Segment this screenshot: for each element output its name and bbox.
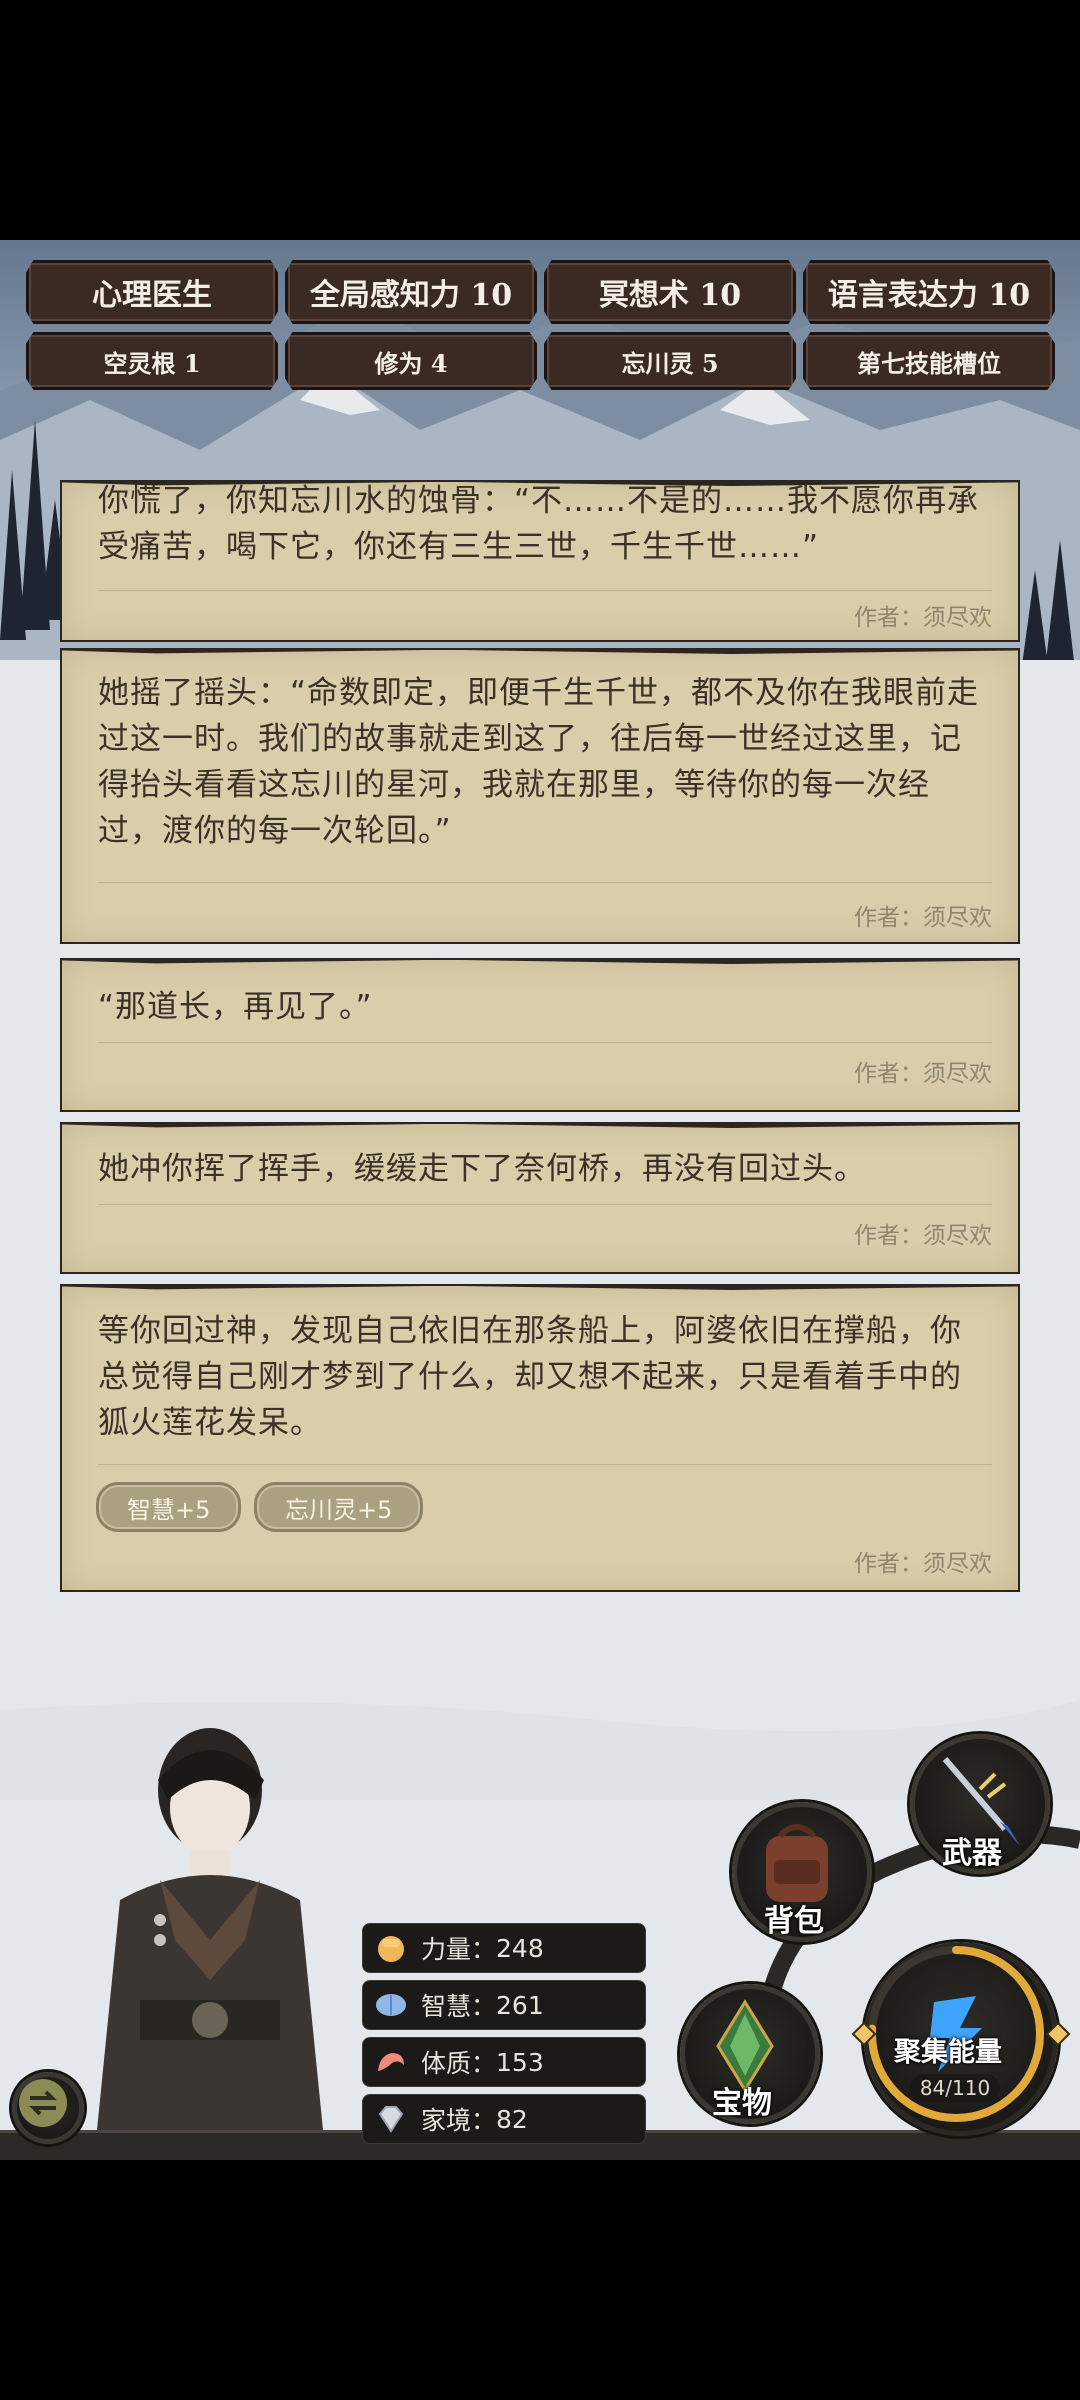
skill-slot[interactable]: 空灵根 1 bbox=[26, 332, 278, 390]
story-text: 等你回过神，发现自己依旧在那条船上，阿婆依旧在撑船，你总觉得自己刚才梦到了什么，… bbox=[98, 1313, 962, 1441]
skill-slot[interactable]: 语言表达力 10 bbox=[803, 260, 1055, 324]
skill-slot[interactable]: 修为 4 bbox=[285, 332, 537, 390]
stat-label: 智慧： bbox=[421, 1992, 497, 2021]
skill-slot[interactable]: 全局感知力 10 bbox=[285, 260, 537, 324]
stat-value: 82 bbox=[496, 2104, 528, 2134]
swap-arrows-icon bbox=[19, 2079, 67, 2127]
story-author: 作者：须尽欢 bbox=[854, 605, 992, 631]
story-card: “那道长，再见了。” 作者：须尽欢 bbox=[60, 958, 1020, 1112]
game-scene: 心理医生 全局感知力 10 冥想术 10 语言表达力 10 空灵根 1 修为 4… bbox=[0, 240, 1080, 2160]
story-author: 作者：须尽欢 bbox=[854, 1223, 992, 1249]
stat-wisdom: 智慧： 261 bbox=[362, 1980, 646, 2030]
divider bbox=[98, 590, 992, 591]
fist-icon bbox=[371, 1928, 411, 1968]
skill-slot-seventh[interactable]: 第七技能槽位 bbox=[803, 332, 1055, 390]
story-text: “那道长，再见了。” bbox=[98, 989, 373, 1025]
stat-label: 家境： bbox=[421, 2106, 497, 2135]
stat-label: 体质： bbox=[421, 2049, 497, 2078]
stat-value: 248 bbox=[496, 1933, 544, 1963]
story-card: 她摇了摇头：“命数即定，即便千生千世，都不及你在我眼前走过这一时。我们的故事就走… bbox=[60, 648, 1020, 944]
divider bbox=[98, 1042, 992, 1043]
stat-strength: 力量： 248 bbox=[362, 1923, 646, 1973]
story-author: 作者：须尽欢 bbox=[854, 905, 992, 931]
skill-slot[interactable]: 心理医生 bbox=[26, 260, 278, 324]
skill-slot[interactable]: 冥想术 10 bbox=[544, 260, 796, 324]
story-log[interactable]: 你慌了，你知忘川水的蚀骨：“不……不是的……我不愿你再承受痛苦，喝下它，你还有三… bbox=[60, 480, 1020, 1840]
stat-value: 261 bbox=[496, 1990, 544, 2020]
divider bbox=[98, 882, 992, 883]
switch-character-button[interactable] bbox=[12, 2072, 84, 2144]
story-text: 你慌了，你知忘川水的蚀骨：“不……不是的……我不愿你再承受痛苦，喝下它，你还有三… bbox=[98, 483, 980, 565]
story-author: 作者：须尽欢 bbox=[854, 1061, 992, 1087]
story-card: 等你回过神，发现自己依旧在那条船上，阿婆依旧在撑船，你总觉得自己刚才梦到了什么，… bbox=[60, 1284, 1020, 1592]
divider bbox=[98, 1204, 992, 1205]
reward-tag: 智慧+5 bbox=[96, 1482, 242, 1532]
story-text: 她摇了摇头：“命数即定，即便千生千世，都不及你在我眼前走过这一时。我们的故事就走… bbox=[98, 675, 980, 849]
skill-slot[interactable]: 忘川灵 5 bbox=[544, 332, 796, 390]
backpack-label: 背包 bbox=[764, 1904, 824, 1939]
brain-icon bbox=[371, 1985, 411, 2025]
ring-gem-left-icon bbox=[851, 2021, 877, 2047]
stat-label: 力量： bbox=[421, 1935, 497, 1964]
weapon-label: 武器 bbox=[942, 1836, 1002, 1871]
gather-energy-label: 聚集能量 bbox=[894, 2037, 1002, 2068]
treasure-label: 宝物 bbox=[712, 2086, 772, 2121]
stat-family: 家境： 82 bbox=[362, 2094, 646, 2144]
divider bbox=[98, 1464, 992, 1465]
diamond-icon bbox=[371, 2099, 411, 2139]
energy-counter: 84/110 bbox=[910, 2074, 1000, 2102]
stat-constitution: 体质： 153 bbox=[362, 2037, 646, 2087]
story-card: 你慌了，你知忘川水的蚀骨：“不……不是的……我不愿你再承受痛苦，喝下它，你还有三… bbox=[60, 480, 1020, 642]
ring-gem-right-icon bbox=[1045, 2021, 1071, 2047]
reward-tag: 忘川灵+5 bbox=[254, 1482, 424, 1532]
story-text: 她冲你挥了挥手，缓缓走下了奈何桥，再没有回过头。 bbox=[98, 1151, 866, 1187]
story-author: 作者：须尽欢 bbox=[854, 1551, 992, 1577]
story-card: 她冲你挥了挥手，缓缓走下了奈何桥，再没有回过头。 作者：须尽欢 bbox=[60, 1122, 1020, 1274]
muscle-icon bbox=[371, 2042, 411, 2082]
stat-value: 153 bbox=[496, 2047, 544, 2077]
